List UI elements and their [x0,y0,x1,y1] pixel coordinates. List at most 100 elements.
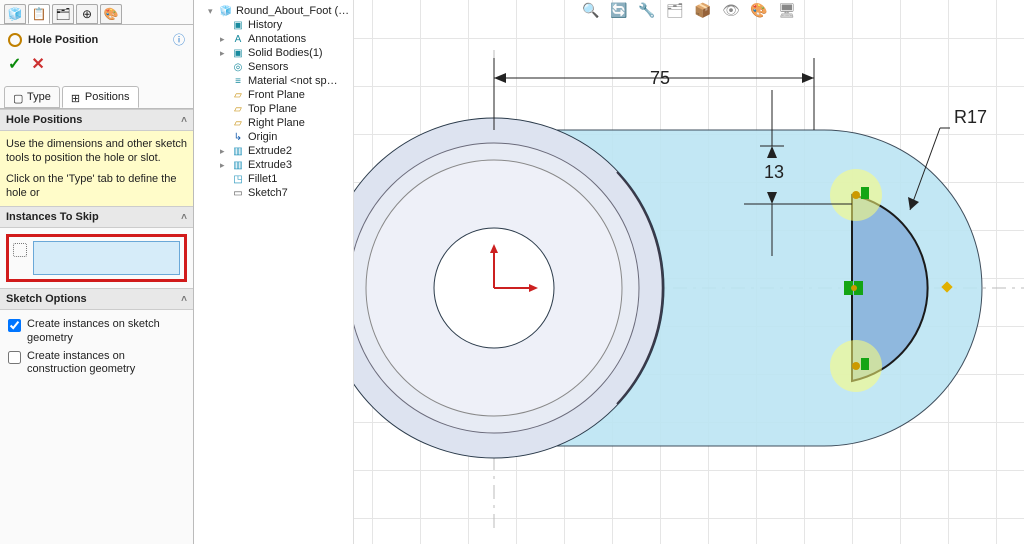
tree-item-sketch7[interactable]: ▭ Sketch7 [220,186,351,200]
sensors-icon: ◎ [232,61,244,73]
dim-13-value: 13 [764,162,784,182]
pm-title: Hole Position [28,34,98,46]
expand-icon[interactable]: ▸ [220,48,228,59]
tree-item-label: Solid Bodies(1) [248,47,323,59]
tree-item-label: Right Plane [248,117,305,129]
graphics-area[interactable]: 🔍 🔄 🔧 🗂 📦 👁 🎨 🖥 [354,0,1024,544]
material-icon: ≡ [232,75,244,87]
chevron-up-icon: ˄ [181,115,187,126]
tree-item-solid-bodies[interactable]: ▸ ▣ Solid Bodies(1) [220,46,351,60]
ok-button[interactable]: ✓ [8,54,21,74]
config-manager-tab-icon[interactable]: 🗂 [52,4,74,24]
plane-icon: ▱ [232,89,244,101]
tree-root[interactable]: ▾ 🧊 Round_About_Foot (… [208,4,351,18]
property-panel: 🧊 📋 🗂 ⊕ 🎨 Hole Position ⓘ ✓ ✕ ▢ Type ⊞ P… [0,0,194,544]
opt-construction-geometry[interactable]: Create instances on construction geometr… [8,348,185,380]
checkbox-construction-geometry[interactable] [8,351,21,364]
opt-sketch-geometry-label: Create instances on sketch geometry [27,318,185,346]
checkbox-sketch-geometry[interactable] [8,319,21,332]
annotations-icon: A [232,33,244,45]
dim-r17-value: R17 [954,107,987,127]
tree-item-label: Sketch7 [248,187,288,199]
chevron-up-icon: ˄ [181,212,187,223]
tree-root-label: Round_About_Foot (… [236,5,349,17]
origin-icon: ↳ [232,131,244,143]
fillet-icon: ◳ [232,173,244,185]
hole-point-top[interactable] [830,169,882,221]
tree-item-label: Annotations [248,33,306,45]
tab-positions-label: Positions [85,91,130,103]
tree-item-label: Extrude2 [248,145,292,157]
expand-icon[interactable]: ▸ [220,160,228,171]
section-hole-positions-label: Hole Positions [6,114,82,126]
extrude-icon: ▥ [232,159,244,171]
positions-tab-icon: ⊞ [71,92,81,102]
type-tab-icon: ▢ [13,92,23,102]
feature-tree: ▾ 🧊 Round_About_Foot (… ▣ History ▸ A Annot… [194,0,354,544]
hole-point-bottom[interactable] [830,340,882,392]
tree-item-extrude3[interactable]: ▸ ▥ Extrude3 [220,158,351,172]
tree-item-annotations[interactable]: ▸ A Annotations [220,32,351,46]
solid-bodies-icon: ▣ [232,47,244,59]
tab-positions[interactable]: ⊞ Positions [62,86,139,108]
pm-header: Hole Position ⓘ [0,25,193,54]
chevron-up-icon: ˄ [181,294,187,305]
tree-item-label: Extrude3 [248,159,292,171]
confirm-bar: ✓ ✕ [0,54,193,82]
opt-construction-geometry-label: Create instances on construction geometr… [27,350,185,378]
section-skopt-label: Sketch Options [6,293,87,305]
expand-icon[interactable]: ▾ [208,6,216,17]
tree-item-label: Front Plane [248,89,305,101]
dim-manager-tab-icon[interactable]: ⊕ [76,4,98,24]
tree-item-label: Origin [248,131,277,143]
skip-selection-icon [13,243,27,257]
sketch-icon: ▭ [232,187,244,199]
tree-item-label: Fillet1 [248,173,277,185]
part-icon: 🧊 [220,5,232,17]
skip-highlight-frame [6,234,187,282]
skip-box [0,228,193,288]
tree-item-fillet1[interactable]: ◳ Fillet1 [220,172,351,186]
dimension-75[interactable]: 75 [494,58,814,130]
plane-icon: ▱ [232,103,244,115]
tree-item-material[interactable]: ≡ Material <not sp… [220,74,351,88]
hint-line-1: Use the dimensions and other sketch tool… [6,137,187,166]
opt-sketch-geometry[interactable]: Create instances on sketch geometry [8,316,185,348]
extrude-icon: ▥ [232,145,244,157]
type-positions-tabs: ▢ Type ⊞ Positions [0,82,193,109]
expand-icon[interactable]: ▸ [220,34,228,45]
tab-type-label: Type [27,91,51,103]
appearance-tab-icon[interactable]: 🎨 [100,4,122,24]
cancel-button[interactable]: ✕ [31,54,44,74]
tree-item-right-plane[interactable]: ▱ Right Plane [220,116,351,130]
tree-item-extrude2[interactable]: ▸ ▥ Extrude2 [220,144,351,158]
tree-item-label: Sensors [248,61,288,73]
section-sketch-options[interactable]: Sketch Options ˄ [0,288,193,310]
sketch-options-body: Create instances on sketch geometry Crea… [0,310,193,385]
tree-item-sensors[interactable]: ◎ Sensors [220,60,351,74]
tab-type[interactable]: ▢ Type [4,86,60,108]
tree-item-label: Material <not sp… [248,75,338,87]
plane-icon: ▱ [232,117,244,129]
tree-item-origin[interactable]: ↳ Origin [220,130,351,144]
section-skip-label: Instances To Skip [6,211,99,223]
history-icon: ▣ [232,19,244,31]
expand-icon[interactable]: ▸ [220,146,228,157]
tree-item-label: Top Plane [248,103,297,115]
tree-item-label: History [248,19,282,31]
hint-line-2: Click on the 'Type' tab to define the ho… [6,172,187,201]
model-scene: 75 13 R17 [354,0,1024,544]
hole-position-icon [8,33,22,47]
section-instances-to-skip[interactable]: Instances To Skip ˄ [0,206,193,228]
hint-box: Use the dimensions and other sketch tool… [0,131,193,206]
tree-item-history[interactable]: ▣ History [220,18,351,32]
skip-selection-field[interactable] [33,241,180,275]
section-hole-positions[interactable]: Hole Positions ˄ [0,109,193,131]
panel-tabstrip: 🧊 📋 🗂 ⊕ 🎨 [0,0,193,25]
feature-manager-tab-icon[interactable]: 🧊 [4,4,26,24]
tree-item-top-plane[interactable]: ▱ Top Plane [220,102,351,116]
dim-75-value: 75 [650,68,670,88]
help-icon[interactable]: ⓘ [173,31,185,48]
property-manager-tab-icon[interactable]: 📋 [28,4,50,24]
tree-item-front-plane[interactable]: ▱ Front Plane [220,88,351,102]
